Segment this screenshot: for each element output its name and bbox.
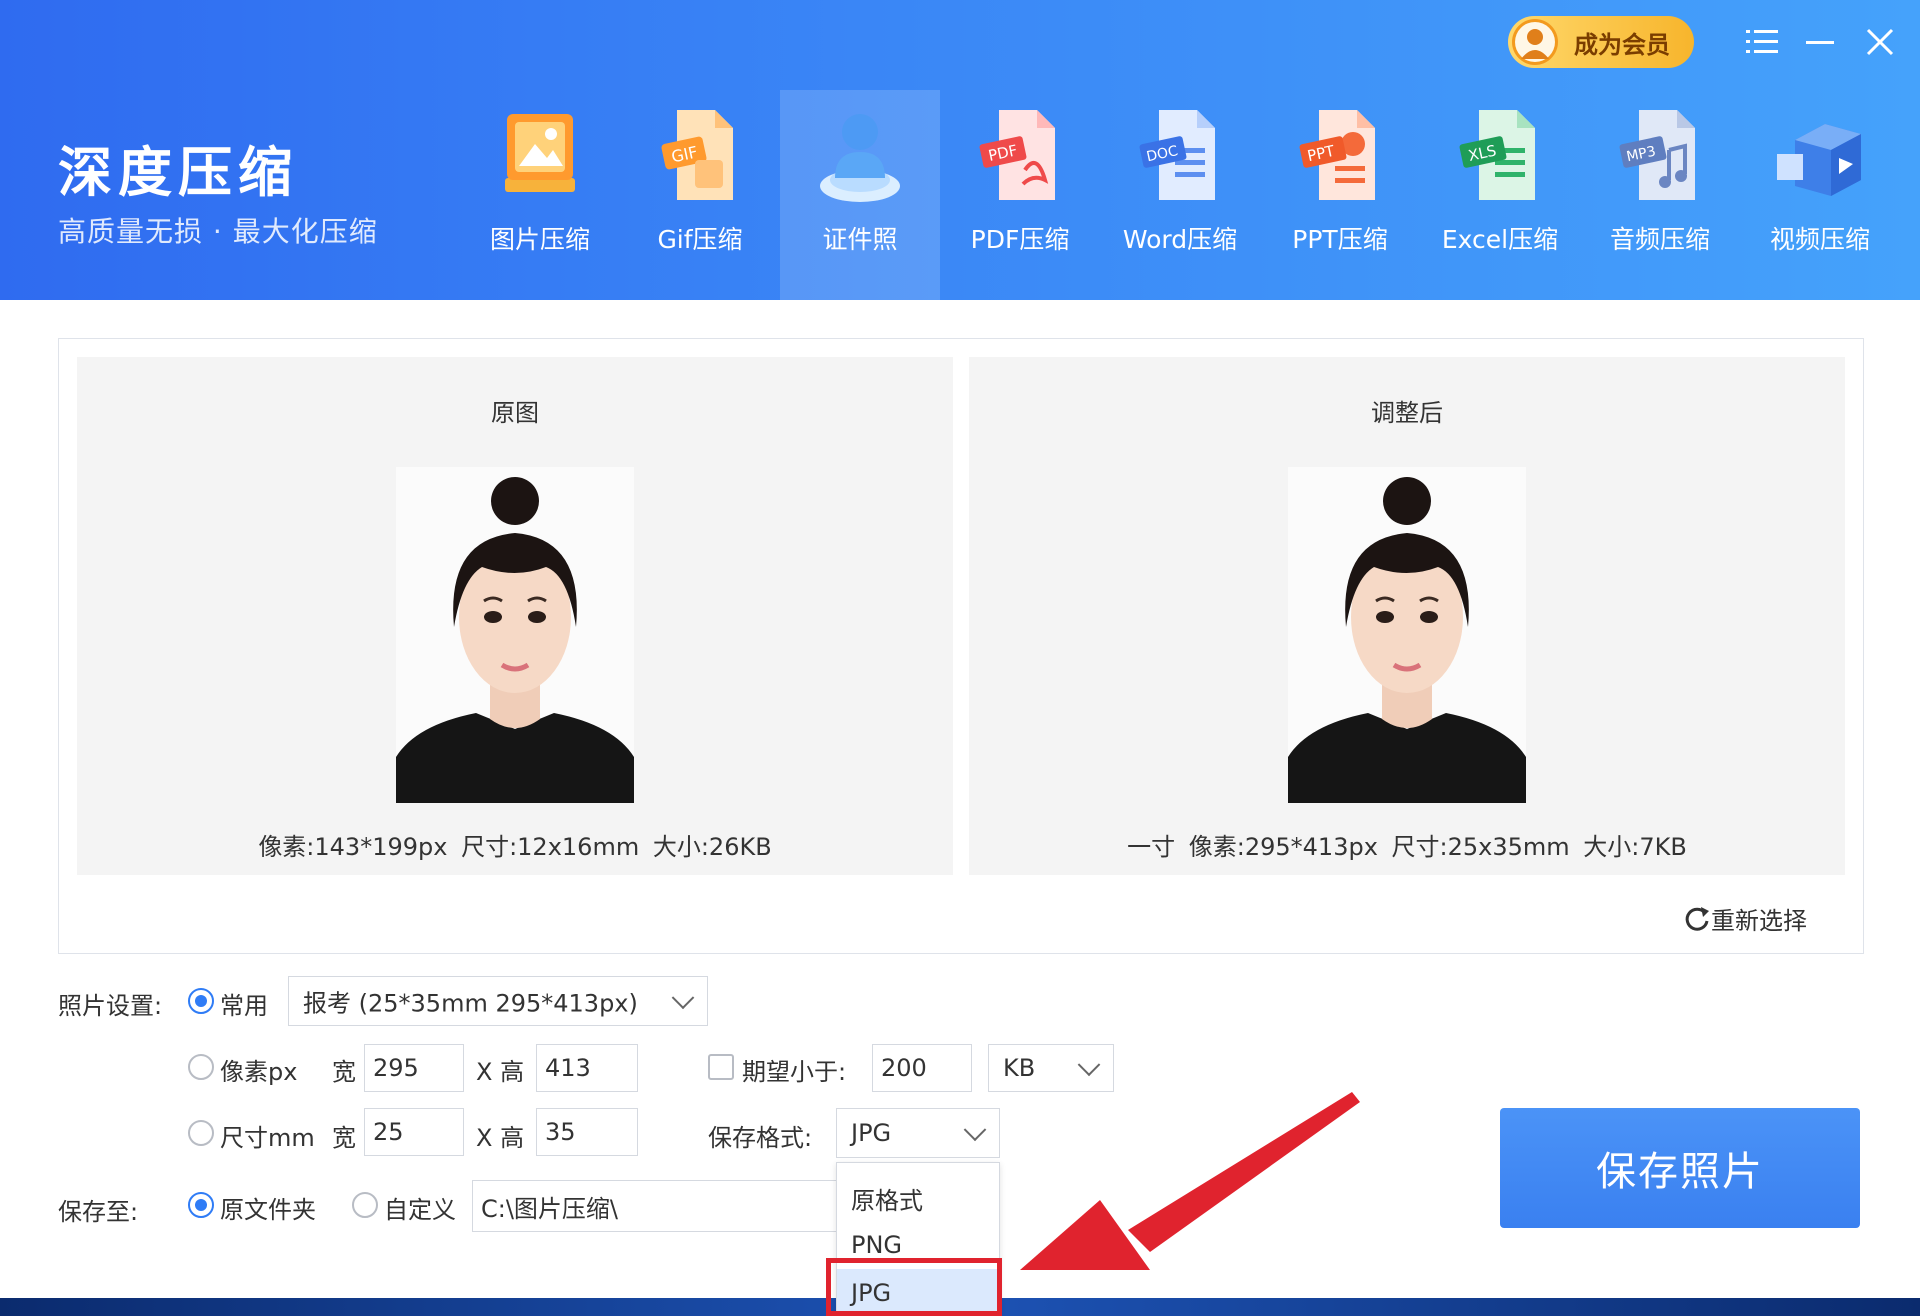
size-unit-value: KB bbox=[1003, 1054, 1036, 1082]
custom-folder-label: 自定义 bbox=[384, 1196, 456, 1224]
nav-item-id-photo[interactable]: 证件照 bbox=[780, 90, 940, 300]
nav-label: 音频压缩 bbox=[1609, 225, 1710, 254]
nav-item-image-compress[interactable]: 图片压缩 bbox=[460, 90, 620, 300]
chevron-down-icon bbox=[963, 1118, 987, 1142]
pixel-width-input[interactable] bbox=[364, 1044, 464, 1092]
video-icon bbox=[1777, 124, 1861, 196]
minimize-icon[interactable] bbox=[1800, 22, 1840, 62]
nav-item-excel-compress[interactable]: XLS Excel压缩 bbox=[1420, 90, 1580, 300]
app-window: 深度压缩 高质量无损 · 最大化压缩 图片压缩 GIF Gif压缩 证件照 PD… bbox=[0, 0, 1920, 1316]
chevron-down-icon bbox=[671, 986, 695, 1010]
pixel-radio[interactable] bbox=[188, 1054, 214, 1080]
expect-size-checkbox[interactable] bbox=[708, 1054, 734, 1080]
nav-label: Gif压缩 bbox=[657, 225, 743, 254]
nav-item-gif-compress[interactable]: GIF Gif压缩 bbox=[620, 90, 780, 300]
nav-item-video-compress[interactable]: 视频压缩 bbox=[1740, 90, 1900, 300]
avatar-icon bbox=[1512, 19, 1558, 65]
nav-label: PPT压缩 bbox=[1292, 225, 1388, 254]
preview-area: 原图 像素:143*199px 尺寸:12x16mm 大小:26KB 调整后 一… bbox=[58, 338, 1864, 954]
mm-height-input[interactable] bbox=[536, 1108, 638, 1156]
original-title: 原图 bbox=[491, 399, 539, 427]
format-option-original[interactable]: 原格式 bbox=[837, 1171, 999, 1219]
mm-width-input[interactable] bbox=[364, 1108, 464, 1156]
mp3-icon: MP3 bbox=[1619, 110, 1695, 200]
nav-item-word-compress[interactable]: DOC Word压缩 bbox=[1100, 90, 1260, 300]
nav-label: Word压缩 bbox=[1122, 225, 1238, 254]
adjusted-title: 调整后 bbox=[1371, 399, 1443, 427]
reselect-label: 重新选择 bbox=[1711, 907, 1807, 935]
common-size-value: 报考 (25*35mm 295*413px) bbox=[303, 989, 638, 1018]
image-icon bbox=[505, 114, 575, 192]
expect-size-input[interactable] bbox=[872, 1044, 972, 1092]
custom-folder-radio[interactable] bbox=[352, 1192, 378, 1218]
word-icon: DOC bbox=[1139, 110, 1215, 200]
pixel-label: 像素px bbox=[220, 1058, 298, 1086]
save-to-label: 保存至: bbox=[58, 1198, 139, 1226]
mm-label: 尺寸mm bbox=[220, 1124, 315, 1152]
chevron-down-icon bbox=[1077, 1053, 1101, 1077]
brand-subtitle: 高质量无损 · 最大化压缩 bbox=[58, 215, 378, 248]
pdf-icon: PDF bbox=[979, 110, 1055, 200]
adjusted-info: 一寸 像素:295*413px 尺寸:25x35mm 大小:7KB bbox=[1127, 833, 1687, 861]
original-photo bbox=[396, 467, 634, 803]
common-radio[interactable] bbox=[188, 988, 214, 1014]
format-option-label: 原格式 bbox=[851, 1187, 923, 1215]
menu-icon[interactable] bbox=[1742, 22, 1782, 62]
excel-icon: XLS bbox=[1459, 110, 1535, 200]
nav-label: 图片压缩 bbox=[489, 225, 590, 254]
become-member-label: 成为会员 bbox=[1574, 30, 1670, 59]
mm-height-label: X 高 bbox=[476, 1124, 525, 1152]
portrait-image bbox=[396, 467, 634, 803]
original-info: 像素:143*199px 尺寸:12x16mm 大小:26KB bbox=[258, 833, 772, 861]
format-option-label: PNG bbox=[851, 1231, 903, 1259]
pixel-height-label: X 高 bbox=[476, 1058, 525, 1086]
common-label: 常用 bbox=[220, 992, 268, 1020]
highlight-box bbox=[826, 1258, 1002, 1316]
pixel-width-label: 宽 bbox=[332, 1058, 356, 1086]
close-icon[interactable] bbox=[1860, 22, 1900, 62]
pointer-arrow-icon bbox=[1020, 1092, 1360, 1270]
gif-icon: GIF bbox=[661, 110, 733, 200]
save-format-value: JPG bbox=[851, 1119, 892, 1147]
nav-label: 证件照 bbox=[822, 225, 898, 254]
portrait-image bbox=[1288, 467, 1526, 803]
reselect-button[interactable]: 重新选择 bbox=[1683, 901, 1807, 936]
tool-nav: 图片压缩 GIF Gif压缩 证件照 PDF PDF压缩 DOC Word压缩 … bbox=[460, 90, 1900, 300]
header: 深度压缩 高质量无损 · 最大化压缩 图片压缩 GIF Gif压缩 证件照 PD… bbox=[0, 0, 1920, 300]
save-photo-button[interactable]: 保存照片 bbox=[1500, 1108, 1860, 1228]
photo-settings-label: 照片设置: bbox=[58, 992, 163, 1020]
common-size-select[interactable]: 报考 (25*35mm 295*413px) bbox=[288, 976, 708, 1026]
save-format-select[interactable]: JPG bbox=[836, 1108, 1000, 1158]
original-folder-label: 原文件夹 bbox=[220, 1196, 316, 1224]
mm-width-label: 宽 bbox=[332, 1124, 356, 1152]
id-photo-icon bbox=[820, 114, 900, 202]
nav-label: 视频压缩 bbox=[1769, 225, 1870, 254]
ppt-icon: PPT bbox=[1299, 110, 1375, 200]
nav-item-pdf-compress[interactable]: PDF PDF压缩 bbox=[940, 90, 1100, 300]
become-member-button[interactable]: 成为会员 bbox=[1508, 16, 1694, 68]
adjusted-photo bbox=[1288, 467, 1526, 803]
adjusted-panel: 调整后 一寸 像素:295*413px 尺寸:25x35mm 大小:7KB bbox=[969, 357, 1845, 875]
mm-radio[interactable] bbox=[188, 1120, 214, 1146]
nav-label: PDF压缩 bbox=[970, 225, 1070, 254]
pixel-height-input[interactable] bbox=[536, 1044, 638, 1092]
nav-label: Excel压缩 bbox=[1441, 225, 1559, 254]
refresh-icon bbox=[1685, 906, 1709, 931]
original-panel: 原图 像素:143*199px 尺寸:12x16mm 大小:26KB bbox=[77, 357, 953, 875]
nav-item-audio-compress[interactable]: MP3 音频压缩 bbox=[1580, 90, 1740, 300]
nav-item-ppt-compress[interactable]: PPT PPT压缩 bbox=[1260, 90, 1420, 300]
brand-title: 深度压缩 bbox=[58, 141, 298, 204]
expect-size-label: 期望小于: bbox=[742, 1058, 847, 1086]
original-folder-radio[interactable] bbox=[188, 1192, 214, 1218]
save-format-label: 保存格式: bbox=[708, 1124, 813, 1152]
